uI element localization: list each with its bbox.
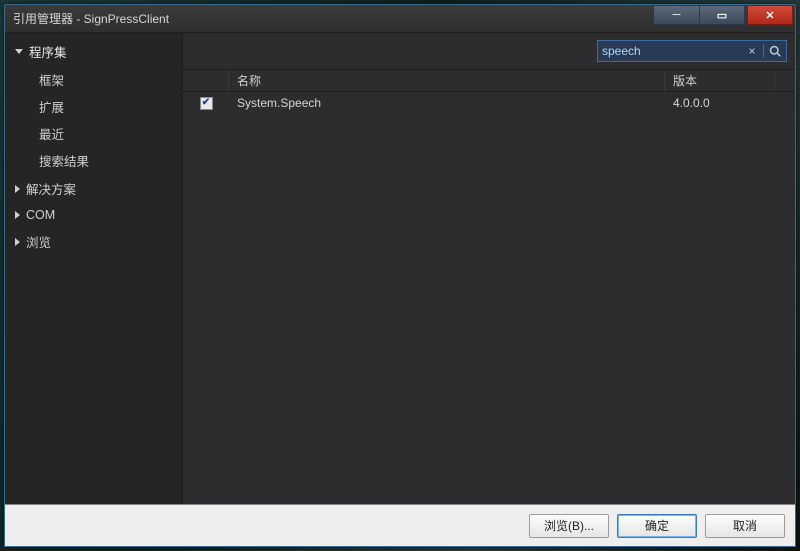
row-version: 4.0.0.0: [665, 96, 775, 110]
dialog-footer: 浏览(B)... 确定 取消: [5, 504, 795, 546]
sidebar-group-label: 浏览: [26, 232, 51, 251]
sidebar-item-extensions[interactable]: 扩展: [5, 93, 182, 120]
browse-button[interactable]: 浏览(B)...: [529, 514, 609, 538]
column-name[interactable]: 名称: [229, 70, 665, 91]
chevron-right-icon: [15, 185, 20, 193]
close-button[interactable]: ✕: [747, 5, 793, 25]
chevron-right-icon: [15, 238, 20, 246]
clear-search-icon[interactable]: ×: [745, 44, 759, 58]
sidebar: 程序集 框架 扩展 最近 搜索结果 解决方案 COM 浏览: [5, 33, 183, 504]
column-version[interactable]: 版本: [665, 70, 775, 91]
close-icon: ✕: [765, 9, 774, 22]
content-area: 程序集 框架 扩展 最近 搜索结果 解决方案 COM 浏览 spe: [5, 33, 795, 504]
row-name: System.Speech: [229, 96, 665, 110]
sidebar-group-assemblies[interactable]: 程序集: [5, 37, 182, 66]
results-list: 名称 版本 ✔ System.Speech 4.0.0.0: [183, 69, 795, 504]
maximize-icon: ▭: [717, 9, 727, 22]
titlebar[interactable]: 引用管理器 - SignPressClient ─ ▭ ✕: [5, 5, 795, 33]
maximize-button[interactable]: ▭: [699, 5, 745, 25]
sidebar-group-com[interactable]: COM: [5, 203, 182, 227]
divider: [763, 44, 764, 58]
search-text: speech: [602, 44, 745, 58]
ok-button[interactable]: 确定: [617, 514, 697, 538]
search-icon[interactable]: [768, 44, 782, 58]
sidebar-group-label: COM: [26, 208, 55, 222]
reference-manager-window: 引用管理器 - SignPressClient ─ ▭ ✕ 程序集 框架 扩展 …: [4, 4, 796, 547]
sidebar-group-solution[interactable]: 解决方案: [5, 174, 182, 203]
sidebar-group-label: 解决方案: [26, 179, 76, 198]
search-input[interactable]: speech ×: [597, 40, 787, 62]
minimize-button[interactable]: ─: [653, 5, 699, 25]
chevron-right-icon: [15, 211, 20, 219]
row-checkbox[interactable]: ✔: [200, 97, 213, 110]
column-headers: 名称 版本: [183, 70, 795, 92]
sidebar-group-browse[interactable]: 浏览: [5, 227, 182, 256]
cancel-button[interactable]: 取消: [705, 514, 785, 538]
column-checkbox[interactable]: [183, 70, 229, 91]
minimize-icon: ─: [673, 9, 681, 21]
sidebar-item-framework[interactable]: 框架: [5, 66, 182, 93]
table-row[interactable]: ✔ System.Speech 4.0.0.0: [183, 92, 795, 114]
sidebar-group-label: 程序集: [29, 42, 67, 61]
sidebar-item-recent[interactable]: 最近: [5, 120, 182, 147]
sidebar-item-search-results[interactable]: 搜索结果: [5, 147, 182, 174]
chevron-down-icon: [15, 49, 23, 54]
list-panel: speech × 名称 版本: [183, 33, 795, 504]
